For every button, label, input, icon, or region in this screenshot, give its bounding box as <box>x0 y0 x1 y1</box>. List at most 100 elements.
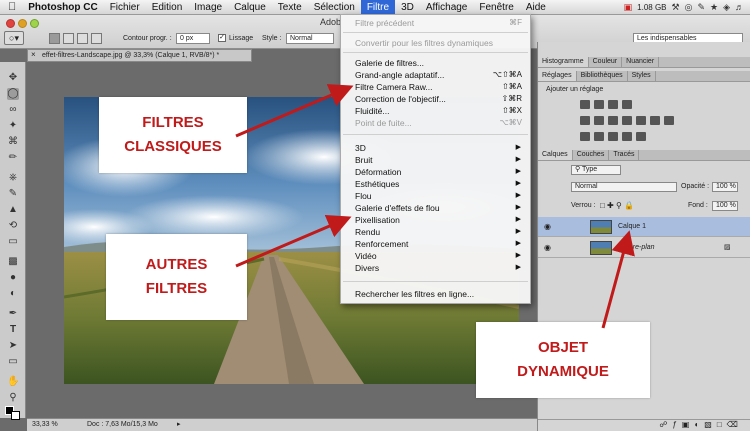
lasso-tool-icon[interactable]: ∞ <box>7 104 19 116</box>
minimize-window-button[interactable] <box>18 19 27 28</box>
menu-item-3d[interactable]: 3D ▶ <box>341 142 530 154</box>
blur-tool-icon[interactable]: ● <box>7 272 19 284</box>
brightness-adjustment-icon[interactable] <box>580 100 590 109</box>
exposure-adjustment-icon[interactable] <box>622 100 632 109</box>
document-tab[interactable]: effet-filtres-Landscape.jpg @ 33,3% (Cal… <box>27 49 252 62</box>
pen-tool-icon[interactable]: ✒ <box>7 308 19 320</box>
menu-item-browse-online[interactable]: Rechercher les filtres en ligne... <box>341 288 530 300</box>
eyedropper-tool-icon[interactable]: ✏ <box>7 152 19 164</box>
close-tab-icon[interactable]: × <box>31 50 36 59</box>
style-select[interactable]: Normal <box>286 33 334 44</box>
menu-item-stylize[interactable]: Esthétiques ▶ <box>341 178 530 190</box>
blend-mode-select[interactable]: Normal <box>571 182 677 192</box>
mixer-adjustment-icon[interactable] <box>650 116 660 125</box>
zoom-level[interactable]: 33,33 % <box>32 419 58 431</box>
menu-item-video[interactable]: Vidéo ▶ <box>341 250 530 262</box>
levels-adjustment-icon[interactable] <box>594 100 604 109</box>
menu-item-last-filter[interactable]: Filtre précédent ⌘F <box>341 17 530 29</box>
history-brush-tool-icon[interactable]: ⟲ <box>7 220 19 232</box>
move-tool-icon[interactable]: ✥ <box>7 72 19 84</box>
menu-item-camera-raw[interactable]: Filtre Camera Raw... ⇧⌘A <box>341 81 530 93</box>
tab-couleur[interactable]: Couleur <box>589 57 623 67</box>
gradient-tool-icon[interactable]: ▩ <box>7 256 19 268</box>
tab-reglages[interactable]: Réglages <box>538 71 577 81</box>
type-tool-icon[interactable]: T <box>7 324 19 336</box>
marquee-tool-icon[interactable]: ◯ <box>7 88 19 100</box>
quick-select-tool-icon[interactable]: ✦ <box>7 120 19 132</box>
curves-adjustment-icon[interactable] <box>608 100 618 109</box>
brush-tool-icon[interactable]: ✎ <box>7 188 19 200</box>
feather-input[interactable]: 0 px <box>176 33 210 44</box>
wifi-icon[interactable]: ◈ <box>723 2 730 13</box>
menu-fenetre[interactable]: Fenêtre <box>473 0 519 15</box>
menu-item-render[interactable]: Rendu ▶ <box>341 226 530 238</box>
menu-3d[interactable]: 3D <box>395 0 420 15</box>
stamp-tool-icon[interactable]: ▲ <box>7 204 19 216</box>
lock-icons[interactable]: □ ✚ ⚲ 🔒 <box>600 201 634 210</box>
shape-tool-icon[interactable]: ▭ <box>7 356 19 368</box>
tab-nuancier[interactable]: Nuancier <box>622 57 660 67</box>
menu-item-adaptive-wide-angle[interactable]: Grand-angle adaptatif... ⌥⇧⌘A <box>341 69 530 81</box>
menu-edition[interactable]: Edition <box>146 0 189 15</box>
opacity-input[interactable]: 100 % <box>712 182 738 192</box>
menu-item-liquify[interactable]: Fluidité... ⇧⌘X <box>341 105 530 117</box>
vibrance-adjustment-icon[interactable] <box>580 116 590 125</box>
zoom-tool-icon[interactable]: ⚲ <box>7 392 19 404</box>
volume-icon[interactable]: ♬ <box>735 2 744 12</box>
photo-filter-adjustment-icon[interactable] <box>636 116 646 125</box>
layer-row-arriere-plan[interactable]: ◉ Arrière-plan ▨ <box>538 238 750 258</box>
zoom-window-button[interactable] <box>30 19 39 28</box>
eraser-tool-icon[interactable]: ▭ <box>7 236 19 248</box>
menu-item-lens-correction[interactable]: Correction de l'objectif... ⇧⌘R <box>341 93 530 105</box>
menu-item-vanishing-point[interactable]: Point de fuite... ⌥⌘V <box>341 117 530 129</box>
status-arrow-icon[interactable]: ▸ <box>177 419 181 431</box>
background-color-swatch[interactable] <box>11 411 20 420</box>
menu-item-other[interactable]: Divers ▶ <box>341 262 530 274</box>
menu-filtre[interactable]: Filtre <box>360 0 396 15</box>
menu-item-sharpen[interactable]: Renforcement ▶ <box>341 238 530 250</box>
menu-calque[interactable]: Calque <box>228 0 272 15</box>
eye-icon[interactable]: ◉ <box>544 217 551 237</box>
invert-adjustment-icon[interactable] <box>580 132 590 141</box>
dodge-tool-icon[interactable]: ◐ <box>7 288 19 300</box>
healing-tool-icon[interactable]: ⎈ <box>7 172 19 184</box>
menu-item-pixelate[interactable]: Pixellisation ▶ <box>341 214 530 226</box>
menu-aide[interactable]: Aide <box>520 0 552 15</box>
app-name-menu[interactable]: Photoshop CC <box>22 0 103 15</box>
target-icon[interactable]: ◎ <box>685 2 693 13</box>
layer-filter-select[interactable]: ⚲ Type <box>571 165 621 175</box>
menu-item-distort[interactable]: Déformation ▶ <box>341 166 530 178</box>
menu-item-noise[interactable]: Bruit ▶ <box>341 154 530 166</box>
menu-item-blur-gallery[interactable]: Galerie d'effets de flou ▶ <box>341 202 530 214</box>
menu-texte[interactable]: Texte <box>272 0 308 15</box>
lookup-adjustment-icon[interactable] <box>664 116 674 125</box>
menu-fichier[interactable]: Fichier <box>104 0 146 15</box>
menu-item-convert-smart[interactable]: Convertir pour les filtres dynamiques <box>341 37 530 49</box>
close-window-button[interactable] <box>6 19 15 28</box>
menu-item-blur[interactable]: Flou ▶ <box>341 190 530 202</box>
bw-adjustment-icon[interactable] <box>622 116 632 125</box>
wrench-icon[interactable]: ⚒ <box>672 2 680 13</box>
eye-icon[interactable]: ◉ <box>544 238 551 258</box>
threshold-adjustment-icon[interactable] <box>608 132 618 141</box>
antialias-checkbox[interactable]: ✓ <box>218 34 226 42</box>
tab-histogramme[interactable]: Histogramme <box>538 57 589 67</box>
pen-icon[interactable]: ✎ <box>697 2 705 13</box>
subtract-selection-icon[interactable] <box>77 33 88 44</box>
selective-color-adjustment-icon[interactable] <box>636 132 646 141</box>
menu-image[interactable]: Image <box>188 0 228 15</box>
hand-tool-icon[interactable]: ✋ <box>7 376 19 388</box>
tab-traces[interactable]: Tracés <box>609 150 640 160</box>
menu-item-filter-gallery[interactable]: Galerie de filtres... <box>341 57 530 69</box>
apple-icon[interactable]:  <box>0 0 22 15</box>
add-selection-icon[interactable] <box>63 33 74 44</box>
gradient-map-adjustment-icon[interactable] <box>622 132 632 141</box>
new-selection-icon[interactable] <box>49 33 60 44</box>
marquee-preset-icon[interactable]: ○▾ <box>4 31 24 45</box>
tab-styles[interactable]: Styles <box>628 71 656 81</box>
balance-adjustment-icon[interactable] <box>608 116 618 125</box>
fill-input[interactable]: 100 % <box>712 201 738 211</box>
path-select-tool-icon[interactable]: ➤ <box>7 340 19 352</box>
posterize-adjustment-icon[interactable] <box>594 132 604 141</box>
intersect-selection-icon[interactable] <box>91 33 102 44</box>
